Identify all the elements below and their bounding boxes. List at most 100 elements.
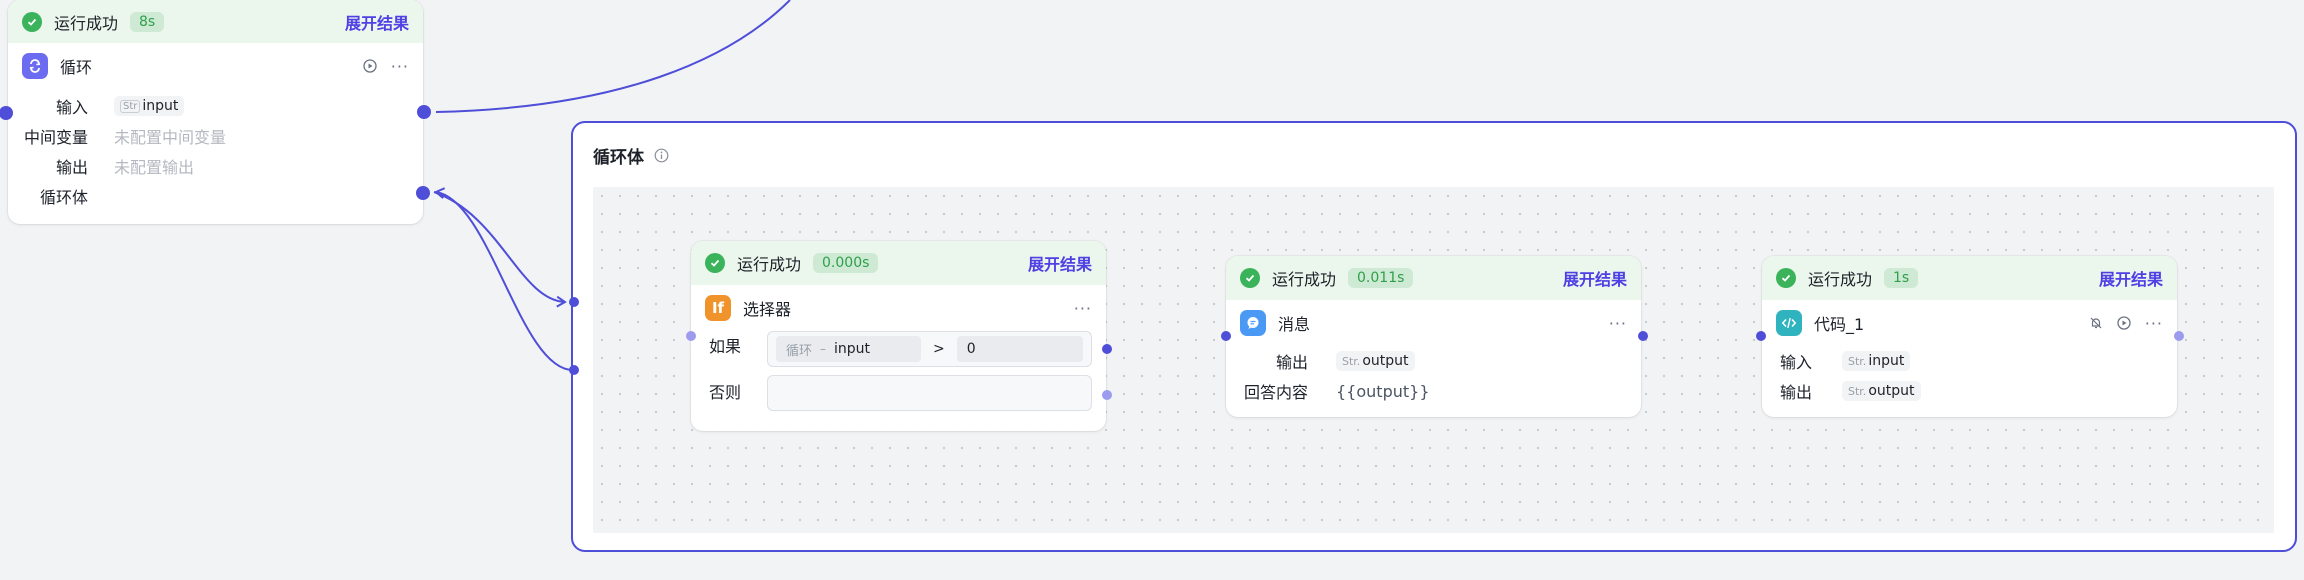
code-input-port[interactable] — [1756, 331, 1766, 341]
placeholder-text: 未配置输出 — [114, 158, 195, 177]
expand-results-link[interactable]: 展开结果 — [1028, 251, 1092, 275]
row-label: 输入 — [1780, 353, 1813, 372]
duration-badge: 0.000s — [813, 253, 879, 273]
message-node[interactable]: 运行成功 0.011s 展开结果 消息 ··· 输出 Str. output 回… — [1226, 256, 1641, 417]
variable-name: input — [1868, 353, 1905, 369]
status-text: 运行成功 — [1808, 270, 1873, 289]
duration-badge: 0.011s — [1348, 268, 1414, 288]
loop-mid-row: 中间变量 未配置中间变量 — [8, 121, 423, 151]
wire-loopbody-return — [434, 187, 574, 371]
check-circle-icon — [1240, 268, 1260, 288]
code-output-row: 输出 Str. output — [1762, 376, 2177, 406]
type-label: Str. — [1342, 354, 1361, 368]
info-icon[interactable] — [654, 148, 669, 163]
condition-operator[interactable]: > — [933, 341, 945, 357]
chat-bubble-icon — [1240, 310, 1266, 336]
loop-body-title: 循环体 — [593, 148, 644, 168]
more-dots-icon[interactable]: ··· — [2145, 314, 2163, 333]
selector-node[interactable]: 运行成功 0.000s 展开结果 If 选择器 ··· 如果 循环 – inpu… — [691, 241, 1106, 431]
node-title: 消息 — [1278, 315, 1311, 334]
message-status-bar: 运行成功 0.011s 展开结果 — [1226, 256, 1641, 300]
status-text: 运行成功 — [1272, 270, 1337, 289]
variable-separator: – — [820, 342, 827, 356]
else-box[interactable] — [767, 375, 1092, 411]
variable-name: output — [1868, 383, 1915, 399]
code-header: 代码_1 ··· — [1762, 300, 2177, 346]
loop-body-end-port[interactable] — [569, 365, 579, 375]
loop-node[interactable]: 运行成功 8s 展开结果 循环 ··· 输入 Str input 中间变量 未配… — [8, 0, 423, 224]
condition-box[interactable]: 循环 – input > 0 — [767, 331, 1092, 367]
message-answer-row: 回答内容 {{output}} — [1226, 376, 1641, 406]
answer-content: {{output}} — [1336, 381, 1430, 401]
play-circle-icon[interactable] — [2117, 316, 2131, 330]
variable-name: input — [834, 341, 871, 357]
wire-top-incoming — [435, 0, 791, 113]
play-circle-icon[interactable] — [363, 59, 377, 73]
selector-else-port[interactable] — [1102, 390, 1112, 400]
code-icon — [1776, 310, 1802, 336]
loop-body-port[interactable] — [416, 186, 430, 200]
expand-results-link[interactable]: 展开结果 — [345, 10, 409, 34]
type-label: Str. — [1848, 384, 1867, 398]
placeholder-text: 未配置中间变量 — [114, 128, 227, 147]
row-label: 输入 — [55, 98, 88, 117]
row-label: 输出 — [1275, 353, 1308, 372]
variable-name: input — [142, 98, 179, 114]
row-label: 回答内容 — [1243, 383, 1308, 402]
more-dots-icon[interactable]: ··· — [1609, 314, 1627, 333]
variable-tag: Str. input — [1842, 351, 1911, 371]
node-title: 循环 — [60, 58, 93, 77]
node-title: 选择器 — [743, 300, 792, 319]
condition-value[interactable]: 0 — [956, 336, 1083, 362]
node-title: 代码_1 — [1814, 315, 1865, 334]
check-circle-icon — [22, 11, 42, 32]
expand-results-link[interactable]: 展开结果 — [1563, 266, 1627, 290]
if-icon: If — [705, 295, 731, 321]
code-input-row: 输入 Str. input — [1762, 346, 2177, 376]
else-label: 否则 — [709, 383, 742, 402]
condition-variable[interactable]: 循环 – input — [776, 336, 921, 362]
loop-icon — [22, 53, 48, 79]
row-label: 输出 — [1780, 383, 1813, 402]
variable-tag: Str. output — [1842, 381, 1921, 401]
message-output-port[interactable] — [1638, 331, 1648, 341]
selector-status-bar: 运行成功 0.000s 展开结果 — [691, 241, 1106, 285]
status-text: 运行成功 — [54, 13, 119, 33]
row-label: 中间变量 — [23, 128, 88, 147]
duration-badge: 8s — [130, 11, 165, 32]
expand-results-link[interactable]: 展开结果 — [2099, 266, 2163, 290]
selector-input-port[interactable] — [686, 331, 696, 341]
check-circle-icon — [705, 253, 725, 273]
selector-if-port[interactable] — [1102, 344, 1112, 354]
if-label: 如果 — [709, 337, 742, 356]
variable-tag: Str input — [114, 96, 185, 116]
variable-name: output — [1362, 353, 1409, 369]
variable-scope: 循环 — [786, 343, 813, 359]
if-row: 如果 循环 – input > 0 — [691, 331, 1106, 367]
message-input-port[interactable] — [1221, 331, 1231, 341]
message-header: 消息 ··· — [1226, 300, 1641, 346]
code-output-port[interactable] — [2174, 331, 2184, 341]
loop-node-header: 循环 ··· — [8, 43, 423, 89]
loop-body-start-port[interactable] — [569, 297, 579, 307]
variable-tag: Str. output — [1336, 351, 1415, 371]
more-dots-icon[interactable]: ··· — [1074, 299, 1092, 318]
else-row: 否则 — [691, 367, 1106, 411]
selector-header: If 选择器 ··· — [691, 285, 1106, 331]
check-circle-icon — [1776, 268, 1796, 288]
code-node[interactable]: 运行成功 1s 展开结果 代码_1 ··· 输入 Str. input 输出 S… — [1762, 256, 2177, 417]
status-text: 运行成功 — [737, 255, 802, 274]
type-label: Str — [120, 99, 141, 113]
loop-body-row: 循环体 — [8, 181, 423, 211]
code-status-bar: 运行成功 1s 展开结果 — [1762, 256, 2177, 300]
type-label: Str. — [1848, 354, 1867, 368]
more-dots-icon[interactable]: ··· — [391, 57, 409, 76]
loop-output-port[interactable] — [417, 105, 431, 119]
wire-loopbody-to-start — [433, 191, 567, 308]
row-label: 循环体 — [39, 188, 88, 207]
loop-node-status-bar: 运行成功 8s 展开结果 — [8, 0, 423, 43]
bell-off-icon[interactable] — [2089, 316, 2103, 330]
duration-badge: 1s — [1884, 268, 1919, 288]
loop-output-row: 输出 未配置输出 — [8, 151, 423, 181]
message-output-row: 输出 Str. output — [1226, 346, 1641, 376]
